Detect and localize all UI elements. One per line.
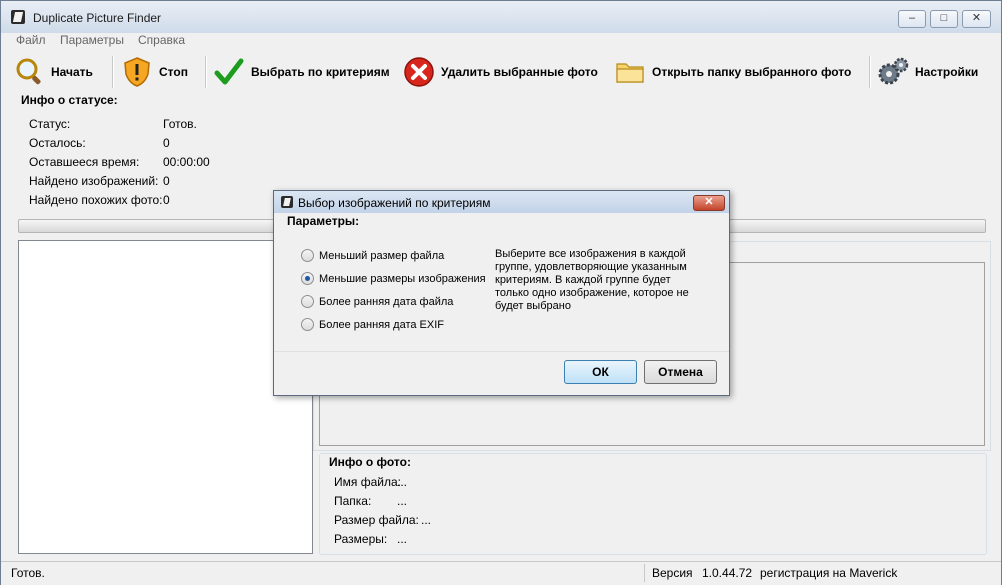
statusbar-separator	[644, 564, 645, 582]
duplicates-list[interactable]	[18, 240, 313, 554]
images-found-value: 0	[163, 174, 170, 188]
status-label: Статус:	[29, 117, 71, 131]
window-title: Duplicate Picture Finder	[33, 11, 162, 25]
registration-text: регистрация на Maverick	[760, 566, 898, 580]
photo-info-group	[319, 453, 987, 555]
warning-shield-icon	[124, 57, 150, 87]
option-label: Более ранняя дата EXIF	[319, 318, 444, 331]
select-by-criteria-button[interactable]: Выбрать по критериям	[213, 55, 390, 89]
similar-found-label: Найдено похожих фото:	[29, 193, 163, 207]
app-icon	[11, 10, 25, 24]
status-value: Готов.	[163, 117, 197, 131]
maximize-button[interactable]: □	[930, 10, 958, 28]
toolbar: Начать Стоп Выбрать по критериям Удалить…	[1, 51, 1001, 93]
start-button[interactable]: Начать	[13, 55, 93, 89]
dialog-description: Выберите все изображения в каждой группе…	[495, 248, 689, 312]
similar-found-value: 0	[163, 193, 170, 207]
option-earlier-file-date[interactable]: Более ранняя дата файла	[301, 295, 453, 308]
select-label: Выбрать по критериям	[251, 65, 390, 79]
file-size-value: ...	[421, 513, 432, 527]
gears-icon	[878, 57, 909, 85]
minimize-button[interactable]: –	[898, 10, 926, 28]
statusbar-status: Готов.	[11, 566, 45, 580]
folder-label: Папка:	[334, 494, 372, 508]
magnifier-icon	[16, 58, 41, 85]
option-smaller-dimensions[interactable]: Меньшие размеры изображения	[301, 272, 486, 285]
menu-parameters[interactable]: Параметры	[60, 33, 124, 47]
close-button[interactable]: ✕	[962, 10, 991, 28]
criteria-dialog: Выбор изображений по критериям ✕ Парамет…	[273, 190, 730, 396]
option-label: Меньшие размеры изображения	[319, 272, 486, 285]
option-label: Более ранняя дата файла	[319, 295, 454, 308]
dimensions-value: ...	[397, 532, 408, 546]
stop-button[interactable]: Стоп	[121, 55, 188, 89]
option-smaller-file-size[interactable]: Меньший размер файла	[301, 249, 444, 262]
version-value: 1.0.44.72	[702, 566, 753, 580]
time-remaining-value: 00:00:00	[163, 155, 210, 169]
menu-help[interactable]: Справка	[138, 33, 185, 47]
settings-button[interactable]: Настройки	[877, 55, 978, 89]
status-info-title: Инфо о статусе:	[21, 93, 118, 107]
delete-label: Удалить выбранные фото	[441, 65, 598, 79]
file-name-label: Имя файла:	[334, 475, 401, 489]
folder-icon	[616, 63, 644, 83]
cancel-button[interactable]: Отмена	[644, 360, 717, 384]
version-label: Версия	[652, 566, 693, 580]
delete-selected-button[interactable]: Удалить выбранные фото	[403, 55, 598, 89]
photo-info-title: Инфо о фото:	[329, 455, 411, 469]
open-folder-label: Открыть папку выбранного фото	[652, 65, 852, 79]
radio-earlier-exif-date[interactable]	[301, 318, 314, 331]
menu-bar: Файл Параметры Справка	[1, 33, 1001, 49]
remaining-value: 0	[163, 136, 170, 150]
file-size-label: Размер файла:	[334, 513, 419, 527]
open-folder-button[interactable]: Открыть папку выбранного фото	[614, 55, 851, 89]
status-bar: Готов. Версия 1.0.44.72 регистрация на M…	[1, 561, 1001, 585]
radio-earlier-file-date[interactable]	[301, 295, 314, 308]
dialog-title-bar[interactable]: Выбор изображений по критериям ✕	[274, 191, 729, 213]
toolbar-separator	[112, 56, 114, 88]
toolbar-separator	[205, 56, 207, 88]
radio-smaller-file-size[interactable]	[301, 249, 314, 262]
toolbar-separator	[869, 56, 871, 88]
menu-file[interactable]: Файл	[16, 33, 46, 47]
delete-x-icon	[404, 57, 434, 87]
file-name-value: ...	[397, 475, 408, 489]
time-remaining-label: Оставшееся время:	[29, 155, 140, 169]
dialog-close-button[interactable]: ✕	[693, 195, 725, 211]
option-earlier-exif-date[interactable]: Более ранняя дата EXIF	[301, 318, 444, 331]
start-label: Начать	[51, 65, 93, 79]
ok-button[interactable]: ОК	[564, 360, 637, 384]
dialog-app-icon	[281, 196, 293, 208]
remaining-label: Осталось:	[29, 136, 86, 150]
settings-label: Настройки	[915, 65, 979, 79]
radio-smaller-dimensions[interactable]	[301, 272, 314, 285]
stop-label: Стоп	[159, 65, 188, 79]
title-bar[interactable]: Duplicate Picture Finder – □ ✕	[1, 1, 1001, 33]
images-found-label: Найдено изображений:	[29, 174, 159, 188]
dimensions-label: Размеры:	[334, 532, 388, 546]
dialog-title: Выбор изображений по критериям	[298, 196, 491, 210]
dialog-group-title: Параметры:	[287, 214, 360, 228]
option-label: Меньший размер файла	[319, 249, 445, 262]
checkmark-icon	[214, 58, 244, 85]
folder-value: ...	[397, 494, 408, 508]
